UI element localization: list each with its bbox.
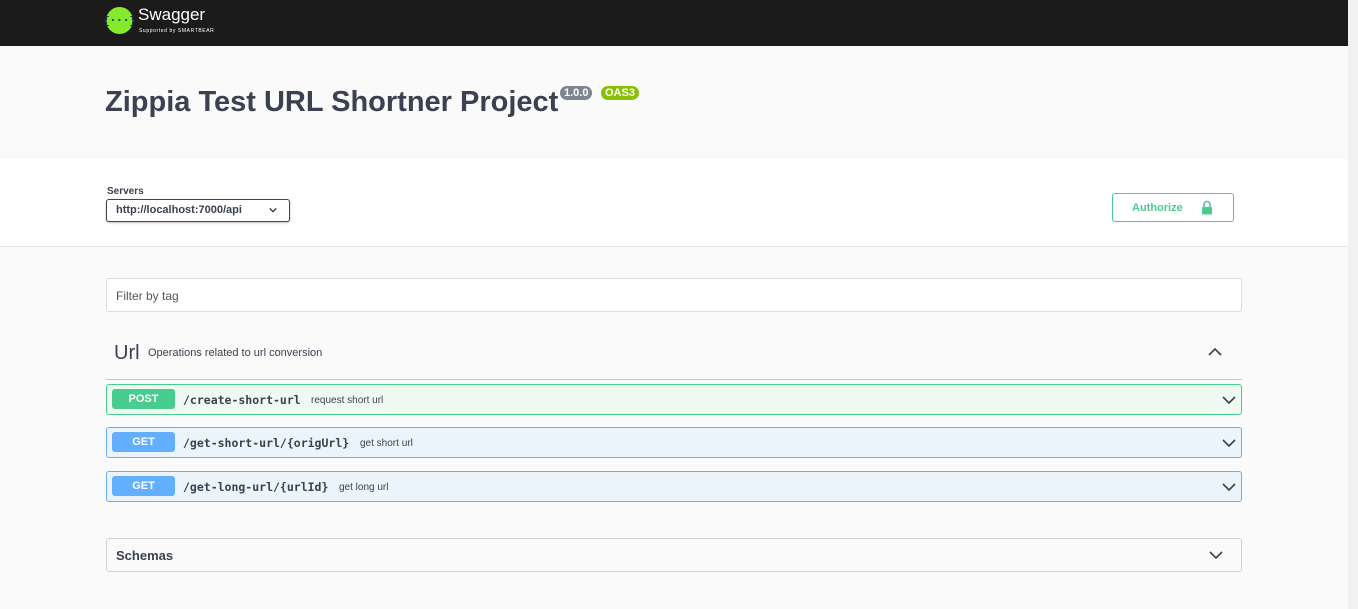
swagger-logo-icon: {···}	[103, 6, 136, 34]
page-title: Zippia Test URL Shortner Project	[105, 86, 559, 118]
servers-selected-value: http://localhost:7000/api	[116, 204, 242, 216]
topbar: {···} Swagger Supported by SMARTBEAR	[0, 0, 1348, 46]
version-badge: 1.0.0	[560, 86, 593, 100]
method-badge: GET	[112, 432, 175, 452]
chevron-up-icon[interactable]	[1208, 345, 1222, 359]
tag-name: Url	[114, 342, 140, 364]
operation-summary: get short url	[360, 438, 413, 449]
tag-description: Operations related to url conversion	[148, 347, 323, 359]
filter-placeholder: Filter by tag	[116, 289, 179, 303]
info-section: Zippia Test URL Shortner Project 1.0.0 O…	[0, 46, 1348, 159]
authorize-label: Authorize	[1132, 202, 1183, 214]
oas-badge: OAS3	[601, 86, 639, 100]
logo-text: Swagger Supported by SMARTBEAR	[138, 5, 215, 35]
operation-summary: request short url	[311, 395, 384, 406]
lock-icon	[1202, 200, 1212, 215]
operation-create-short-url[interactable]: POST /create-short-url request short url	[106, 384, 1242, 415]
logo-name: Swagger	[138, 5, 206, 24]
tag-header-url[interactable]: Url Operations related to url conversion	[106, 333, 1242, 380]
schemas-title: Schemas	[116, 548, 174, 563]
scrollbar[interactable]	[1348, 0, 1358, 609]
operation-get-short-url[interactable]: GET /get-short-url/{origUrl} get short u…	[106, 427, 1242, 458]
operation-get-long-url[interactable]: GET /get-long-url/{urlId} get long url	[106, 471, 1242, 502]
scheme-container: Servers http://localhost:7000/api Author…	[0, 159, 1348, 247]
chevron-down-icon[interactable]	[1222, 480, 1236, 494]
servers-label: Servers	[107, 186, 144, 197]
operation-path: /create-short-url	[183, 393, 301, 407]
logo-subtitle: Supported by SMARTBEAR	[139, 28, 215, 34]
operation-path: /get-long-url/{urlId}	[183, 480, 329, 494]
chevron-down-icon[interactable]	[1209, 548, 1223, 562]
operation-path: /get-short-url/{origUrl}	[183, 436, 350, 450]
operation-summary: get long url	[339, 482, 389, 493]
method-badge: POST	[112, 389, 175, 409]
swagger-logo[interactable]: {···} Swagger Supported by SMARTBEAR	[103, 5, 215, 35]
schemas-section[interactable]: Schemas	[106, 538, 1242, 572]
method-badge: GET	[112, 476, 175, 496]
chevron-down-icon[interactable]	[1222, 436, 1236, 450]
authorize-button[interactable]: Authorize	[1112, 193, 1234, 222]
servers-select[interactable]: http://localhost:7000/api	[106, 199, 290, 222]
chevron-down-icon	[269, 207, 277, 213]
filter-by-tag-input[interactable]: Filter by tag	[106, 278, 1242, 312]
chevron-down-icon[interactable]	[1222, 393, 1236, 407]
